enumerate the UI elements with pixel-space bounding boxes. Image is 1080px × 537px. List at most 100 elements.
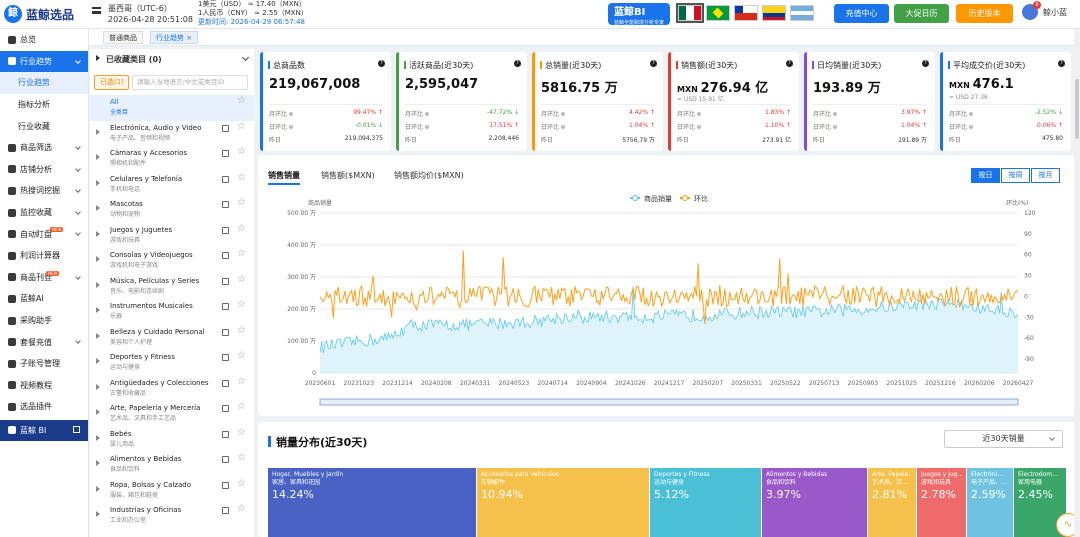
category-item[interactable]: Electrónica, Audio y Video 电子产品、音频和视频 ☆ [90, 121, 254, 147]
sidebar-item-sub-accounts[interactable]: 子账号管理 [0, 353, 88, 375]
sidebar-item-recharge[interactable]: 套餐充值 [0, 331, 88, 353]
copy-icon[interactable] [222, 507, 229, 514]
star-icon[interactable]: ☆ [237, 453, 246, 463]
info-dot-icon[interactable] [697, 125, 702, 129]
star-icon[interactable]: ☆ [237, 223, 246, 234]
category-item[interactable]: Belleza y Cuidado Personal 美容和个人护理 ☆ [90, 325, 254, 351]
copy-icon[interactable] [222, 354, 229, 361]
category-all[interactable]: All 全类目 ☆ [90, 95, 254, 121]
star-icon[interactable]: ☆ [237, 147, 246, 157]
category-item[interactable]: Música, Películas y Series 音乐、电影和连续剧 ☆ [90, 274, 254, 300]
expand-arrow-icon[interactable] [96, 332, 100, 339]
info-dot-icon[interactable] [289, 125, 294, 129]
star-icon[interactable]: ☆ [237, 198, 246, 208]
star-icon[interactable]: ☆ [237, 478, 246, 489]
star-icon[interactable]: ☆ [237, 300, 246, 310]
copy-icon[interactable] [222, 150, 229, 157]
info-dot-icon[interactable] [833, 112, 838, 116]
sidebar-item-industry-trend[interactable]: 行业趋势 [0, 50, 88, 73]
category-item[interactable]: Juegos y Juguetes 游戏和玩具 ☆ [90, 223, 254, 249]
sidebar-item-purchase[interactable]: 采购助手 [0, 310, 88, 332]
expand-arrow-icon[interactable] [96, 55, 100, 61]
copy-icon[interactable] [222, 405, 229, 412]
star-icon[interactable]: ☆ [237, 274, 246, 285]
expand-arrow-icon[interactable] [96, 409, 100, 415]
copy-icon[interactable] [222, 379, 229, 387]
category-item[interactable]: Industrias y Oficinas 工业和办公室 ☆ [90, 503, 254, 529]
expand-arrow-icon[interactable] [96, 256, 100, 262]
external-link-icon[interactable] [73, 425, 80, 433]
expand-arrow-icon[interactable] [96, 179, 100, 186]
sidebar-item-ai[interactable]: 蓝鲸AI [0, 288, 88, 310]
info-dot-icon[interactable] [425, 112, 430, 116]
star-icon[interactable]: ☆ [237, 121, 246, 132]
treemap-tile[interactable]: Arte, Papele... 艺术品、文... 2.81% [868, 468, 916, 537]
star-icon[interactable]: ☆ [237, 402, 246, 412]
tab-normal-products[interactable]: 普通商品 [103, 31, 143, 44]
star-icon[interactable]: ☆ [237, 351, 246, 361]
category-item[interactable]: Deportes y Fitness 运动与健身 ☆ [90, 350, 254, 376]
sidebar-item-monitor[interactable]: 监控收藏 [0, 202, 88, 224]
scrollbar-thumb[interactable] [1075, 79, 1079, 139]
category-item[interactable]: Ropa, Bolsas y Calzado 服装、箱包和鞋类 ☆ [90, 478, 254, 504]
copy-icon[interactable] [222, 201, 229, 208]
copy-icon[interactable] [222, 226, 229, 234]
copy-icon[interactable] [222, 175, 229, 183]
expand-arrow-icon[interactable] [96, 128, 100, 135]
treemap-tile[interactable]: Accesorios para Vehículos 车辆配件 10.94% [477, 468, 649, 537]
expand-arrow-icon[interactable] [96, 154, 100, 160]
chevron-down-icon[interactable] [241, 53, 250, 62]
info-icon[interactable]: ? [514, 60, 521, 67]
sidebar-item-profit-calc[interactable]: 利润计算器 [0, 245, 88, 267]
info-icon[interactable]: ? [922, 60, 929, 67]
star-icon[interactable]: ☆ [237, 249, 246, 259]
expand-arrow-icon[interactable] [96, 485, 100, 492]
expand-arrow-icon[interactable] [96, 460, 100, 466]
star-icon[interactable]: ☆ [237, 504, 246, 514]
sidebar-subitem-metric-analysis[interactable]: 指标分析 [0, 94, 88, 116]
sidebar-item-product-filter[interactable]: 商品筛选 [0, 137, 88, 159]
argentina-flag-icon[interactable] [790, 5, 814, 21]
sales-line-chart[interactable]: 商品销量 环比商品销量 环比(%)0100.00 万200.00 万300.00 万… [258, 155, 1075, 416]
info-dot-icon[interactable] [561, 125, 566, 129]
category-search-input[interactable]: 请输入当地语言/中文或类目ID [132, 75, 248, 90]
treemap-tile[interactable]: Hogar, Muebles y Jardín 家居、家具和花园 14.24% [268, 468, 476, 537]
info-dot-icon[interactable] [561, 112, 566, 116]
history-version-button[interactable]: 历史版本 [956, 4, 1013, 23]
copy-icon[interactable] [222, 481, 229, 489]
expand-arrow-icon[interactable] [96, 205, 100, 211]
promo-calendar-button[interactable]: 大促日历 [894, 4, 949, 23]
sidebar-item-bi[interactable]: 蓝鲸 BI [0, 419, 88, 442]
expand-arrow-icon[interactable] [96, 383, 100, 390]
user-menu[interactable]: 8 鲸小蓝 [1022, 1, 1067, 20]
expand-arrow-icon[interactable] [96, 434, 100, 441]
tab-industry-trend[interactable]: 行业趋势 × [150, 31, 199, 44]
sidebar-item-videos[interactable]: 视频教程 [0, 375, 88, 397]
chile-flag-icon[interactable] [734, 5, 758, 21]
category-item[interactable]: Bebés 婴儿用品 ☆ [90, 427, 254, 453]
info-icon[interactable]: ? [1058, 60, 1065, 67]
star-icon[interactable]: ☆ [237, 376, 246, 387]
brazil-flag-icon[interactable] [706, 5, 730, 21]
close-icon[interactable]: × [186, 34, 192, 42]
treemap-tile[interactable]: Alimentos y Bebidas 食品和饮料 3.97% [762, 468, 867, 537]
info-dot-icon[interactable] [833, 125, 838, 129]
category-item[interactable]: Arte, Papelería y Mercería 艺术品、文具和手工艺品 ☆ [90, 401, 254, 427]
info-icon[interactable]: ? [786, 60, 793, 67]
info-icon[interactable]: ? [378, 60, 385, 67]
category-item[interactable]: Alimentos y Bebidas 食品和饮料 ☆ [90, 452, 254, 478]
category-item[interactable]: Cámaras y Accesorios 照相机和配件 ☆ [90, 146, 254, 172]
copy-icon[interactable] [222, 124, 229, 132]
category-item[interactable]: Celulares y Telefonía 手机和电话 ☆ [90, 172, 254, 198]
info-dot-icon[interactable] [697, 112, 702, 116]
page-scrollbar[interactable] [1074, 29, 1080, 537]
mexico-flag-icon[interactable] [676, 3, 704, 23]
copy-icon[interactable] [222, 277, 229, 285]
copy-icon[interactable] [222, 328, 229, 336]
copy-icon[interactable] [222, 252, 229, 259]
bi-button[interactable]: 蓝鲸BI 蓝鲸全能跨境分析专家 [608, 3, 670, 26]
star-icon[interactable]: ☆ [237, 427, 246, 438]
info-dot-icon[interactable] [425, 125, 430, 129]
treemap-tile[interactable]: Juegos y Jug... 游戏和玩具 2.78% [917, 468, 966, 537]
sidebar-subitem-industry-trend[interactable]: 行业趋势 [0, 72, 88, 94]
